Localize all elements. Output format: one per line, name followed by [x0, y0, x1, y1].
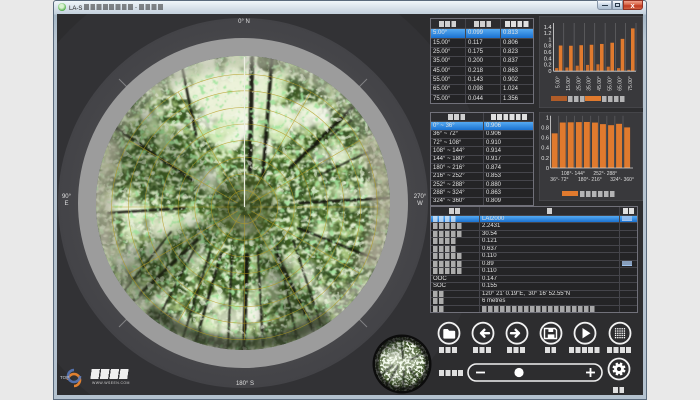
svg-text:TOP: TOP: [60, 375, 69, 380]
